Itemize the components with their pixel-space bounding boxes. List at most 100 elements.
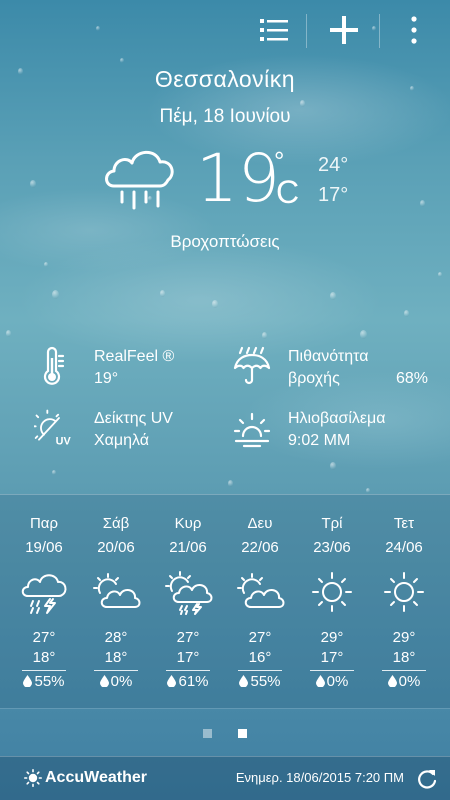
raindrop [438, 272, 442, 278]
forecast-high: 29° [392, 629, 416, 646]
sun-logo-icon [24, 769, 42, 787]
forecast-day-name: Τρί [321, 515, 343, 532]
raindrop [366, 488, 370, 494]
forecast-low: 16° [248, 649, 272, 666]
forecast-high: 28° [104, 629, 128, 646]
forecast-day-name: Τετ [393, 515, 415, 532]
forecast-divider [310, 670, 354, 671]
page-indicator [0, 708, 450, 756]
accuweather-logo[interactable]: AccuWeather [24, 769, 147, 787]
forecast-date: 23/06 [313, 539, 351, 556]
uv-index-value: Χαμηλά [94, 432, 150, 449]
raindrop [330, 292, 336, 300]
raindrop [404, 310, 409, 317]
raindrop [360, 330, 367, 340]
forecast-precip: 0% [80, 673, 152, 690]
raindrop [52, 290, 59, 300]
sunset-label: Ηλιοβασίλεμα [288, 410, 386, 427]
add-city-button[interactable] [324, 10, 364, 50]
forecast-high: 27° [248, 629, 272, 646]
plus-icon [330, 16, 358, 44]
raindrop [160, 290, 165, 297]
forecast-divider [22, 670, 66, 671]
forecast-precip: 61% [152, 673, 224, 690]
more-options-button[interactable] [394, 10, 434, 50]
forecast-precip-value: 61% [178, 673, 209, 690]
realfeel-value: 19° [94, 370, 119, 387]
current-date: Πέμ, 18 Ιουνίου [159, 106, 291, 127]
rain-cloud-icon [105, 150, 174, 210]
partly-cloudy-icon [237, 573, 285, 608]
degree-symbol: ° [274, 146, 285, 176]
high-temperature: 24° [318, 154, 349, 176]
forecast-precip: 55% [224, 673, 296, 690]
raindrop [30, 180, 36, 188]
raindrop-icon [167, 675, 177, 687]
thunder-rain-icon [21, 574, 67, 614]
partly-cloudy-icon [93, 573, 141, 608]
forecast-precip: 55% [8, 673, 80, 690]
forecast-precip-value: 0% [398, 673, 421, 690]
forecast-precip-value: 55% [250, 673, 281, 690]
sunset-block: Ηλιοβασίλεμα 9:02 ΜΜ [288, 408, 386, 452]
raindrop [52, 470, 56, 476]
sunny-icon [384, 572, 424, 612]
sunny-icon [312, 572, 352, 612]
footer-bar: AccuWeather Ενημερ. 18/06/2015 7:20 ΠΜ [0, 756, 450, 800]
forecast-divider [238, 670, 282, 671]
refresh-icon[interactable] [416, 768, 438, 790]
forecast-day-name: Δευ [247, 515, 273, 532]
forecast-date: 21/06 [169, 539, 207, 556]
forecast-precip-value: 0% [326, 673, 349, 690]
raindrop-icon [99, 675, 109, 687]
rain-chance-value: 68% [396, 370, 429, 387]
page-dot-1[interactable] [203, 729, 212, 738]
forecast-low: 18° [104, 649, 128, 666]
forecast-divider [94, 670, 138, 671]
raindrop-icon [239, 675, 249, 687]
city-name[interactable]: Θεσσαλονίκη [0, 66, 450, 93]
raindrop [330, 462, 336, 470]
realfeel-block: RealFeel ® 19° [94, 346, 174, 390]
raindrop [6, 330, 11, 337]
forecast-high: 29° [320, 629, 344, 646]
forecast-divider [382, 670, 426, 671]
weather-condition: Βροχοπτώσεις [170, 232, 280, 251]
raindrop-icon [387, 675, 397, 687]
uv-index-block: Δείκτης UV Χαμηλά [94, 408, 173, 452]
uv-index-label: Δείκτης UV [94, 410, 173, 427]
raindrop [212, 300, 218, 308]
forecast-date: 19/06 [25, 539, 63, 556]
more-vertical-icon [411, 16, 417, 44]
rain-chance-label: Πιθανότητα [288, 348, 369, 365]
sunset-icon [233, 412, 271, 448]
forecast-high: 27° [176, 629, 200, 646]
raindrop [262, 332, 267, 339]
rain-chance-block: Πιθανότητα βροχής [288, 346, 369, 390]
toolbar-divider [379, 14, 380, 48]
forecast-date: 22/06 [241, 539, 279, 556]
forecast-day-name: Κυρ [174, 515, 202, 532]
temperature-unit[interactable]: C [276, 174, 299, 211]
forecast-precip-value: 0% [110, 673, 133, 690]
forecast-low: 18° [392, 649, 416, 666]
daily-forecast-panel[interactable]: Παρ 19/06 27° 18° 55% Σάβ 20/06 28° 18° … [0, 494, 450, 708]
sun-thunder-rain-icon [165, 571, 213, 615]
svg-text:UV: UV [56, 436, 72, 448]
forecast-low: 17° [176, 649, 200, 666]
forecast-precip-value: 55% [34, 673, 65, 690]
thermometer-icon [43, 346, 65, 385]
forecast-date: 24/06 [385, 539, 423, 556]
realfeel-label: RealFeel ® [94, 348, 175, 365]
forecast-low: 18° [32, 649, 56, 666]
raindrop-icon [315, 675, 325, 687]
forecast-date: 20/06 [97, 539, 135, 556]
toolbar-divider [306, 14, 307, 48]
forecast-high: 27° [32, 629, 56, 646]
forecast-precip: 0% [296, 673, 368, 690]
list-button[interactable] [254, 10, 294, 50]
rain-chance-label-2: βροχής [288, 370, 340, 387]
page-dot-2-active[interactable] [238, 729, 247, 738]
low-temperature: 17° [318, 184, 349, 206]
top-toolbar [0, 0, 450, 62]
